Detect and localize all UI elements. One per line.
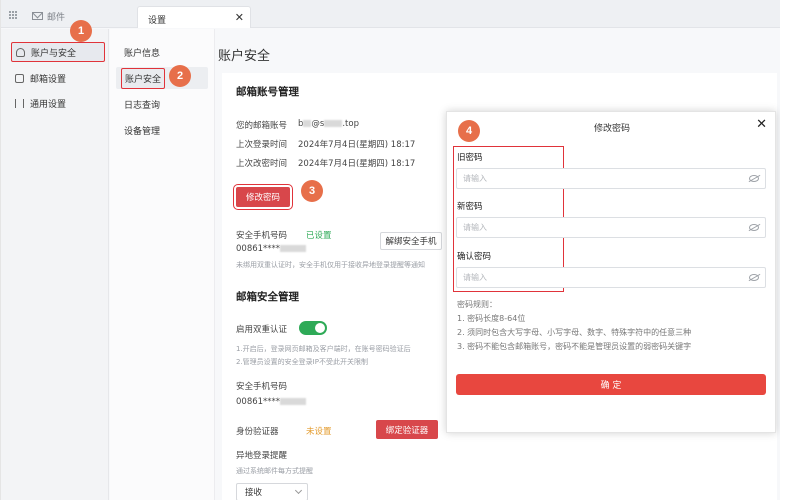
unbind-phone-button[interactable]: 解绑安全手机 [380, 232, 442, 250]
email-label: 您的邮箱账号 [236, 121, 288, 131]
security-phone-status: 已设置 [306, 231, 332, 241]
confirm-button[interactable]: 确 定 [456, 374, 766, 395]
tab-settings[interactable]: 设置 ✕ [137, 6, 251, 28]
app-window: 邮件 设置 ✕ 账户与安全 邮箱设置 通用设置 账户信息 账户安全 日志查询 设… [0, 0, 781, 500]
sidebar: 账户与安全 邮箱设置 通用设置 [1, 29, 109, 500]
chevron-down-icon [294, 486, 303, 495]
sidebar-item-mailbox-settings[interactable]: 邮箱设置 [11, 68, 105, 88]
window-edge [780, 0, 788, 500]
confirm-password-input[interactable] [457, 268, 737, 287]
eye-off-icon[interactable] [749, 274, 759, 281]
last-login-value: 2024年7月4日(星期四) 18:17 [298, 140, 416, 150]
subnav-item-log-query[interactable]: 日志查询 [124, 98, 160, 111]
app-grid-icon[interactable] [9, 11, 17, 19]
confirm-password-field[interactable] [456, 267, 766, 288]
confirm-password-label: 确认密码 [457, 252, 492, 262]
old-password-label: 旧密码 [457, 153, 483, 163]
top-bar: 邮件 设置 ✕ [1, 0, 781, 28]
tab-settings-label: 设置 [148, 16, 167, 26]
email-value: b @s .top [298, 119, 359, 129]
sub-nav: 账户信息 账户安全 日志查询 设备管理 [110, 29, 215, 500]
password-rule-1: 1. 密码长度8-64位 [457, 314, 526, 323]
two-factor-note-1: 1.开启后，登录网页邮箱及客户端时，在账号密码验证后 [236, 345, 411, 353]
step-badge-1: 1 [70, 20, 92, 42]
sidebar-item-account-security[interactable]: 账户与安全 [11, 42, 105, 62]
subnav-item-account-security[interactable]: 账户安全 [121, 68, 166, 89]
new-password-field[interactable] [456, 217, 766, 238]
authenticator-label: 身份验证器 [236, 427, 279, 437]
user-icon [16, 47, 25, 57]
last-change-label: 上次改密时间 [236, 159, 288, 169]
bind-authenticator-button[interactable]: 绑定验证器 [376, 420, 438, 439]
old-password-field[interactable] [456, 168, 766, 189]
sidebar-item-label: 通用设置 [30, 99, 67, 110]
eye-off-icon[interactable] [749, 224, 759, 231]
tab-close-icon[interactable]: ✕ [235, 11, 244, 24]
step-badge-3: 3 [301, 180, 323, 202]
remote-login-label: 异地登录提醒 [236, 451, 288, 461]
authenticator-status: 未设置 [306, 427, 332, 437]
mailbox-section-title: 邮箱账号管理 [236, 86, 299, 98]
remote-login-note: 通过系统邮件每方式提醒 [236, 467, 313, 475]
dialog-title: 修改密码 [593, 124, 630, 134]
step-badge-4: 4 [458, 120, 480, 142]
change-password-button[interactable]: 修改密码 [233, 184, 293, 210]
subnav-item-account-info[interactable]: 账户信息 [124, 46, 160, 59]
two-factor-label: 启用双重认证 [236, 325, 288, 335]
mailbox-icon [15, 73, 24, 83]
app-label[interactable]: 邮件 [47, 10, 65, 23]
new-password-label: 新密码 [457, 202, 483, 212]
security-phone-value: 00861**** [236, 244, 307, 254]
sidebar-item-label: 账户与安全 [31, 48, 77, 59]
remote-login-select[interactable]: 接收 [236, 483, 308, 500]
two-factor-toggle[interactable] [299, 321, 327, 335]
mail-icon[interactable] [32, 12, 43, 20]
security-phone-label-2: 安全手机号码 [236, 382, 288, 392]
step-badge-2: 2 [169, 65, 191, 87]
eye-off-icon[interactable] [749, 175, 759, 182]
last-login-label: 上次登录时间 [236, 140, 288, 150]
password-rules-title: 密码规则： [457, 300, 497, 309]
security-section-title: 邮箱安全管理 [236, 291, 299, 303]
two-factor-note-2: 2.管理员设置的安全登录IP不受此开关限制 [236, 358, 368, 366]
security-phone-label: 安全手机号码 [236, 231, 288, 241]
subnav-item-device-management[interactable]: 设备管理 [124, 124, 160, 137]
sliders-icon [15, 98, 24, 108]
page-title: 账户安全 [218, 49, 271, 64]
close-icon[interactable]: ✕ [756, 117, 767, 132]
new-password-input[interactable] [457, 218, 737, 237]
last-change-value: 2024年7月4日(星期四) 18:17 [298, 159, 416, 169]
old-password-input[interactable] [457, 169, 737, 188]
password-rule-2: 2. 须同时包含大写字母、小写字母、数字、特殊字符中的任意三种 [457, 328, 692, 337]
remote-login-select-value: 接收 [245, 488, 263, 498]
security-phone-value-2: 00861**** [236, 397, 307, 407]
phone-note: 未绑用双重认证时，安全手机仅用于接收异地登录提醒等通知 [236, 261, 425, 269]
sidebar-item-label: 邮箱设置 [30, 74, 67, 85]
sidebar-item-general-settings[interactable]: 通用设置 [11, 93, 105, 113]
password-rule-3: 3. 密码不能包含邮箱账号，密码不能是管理员设置的弱密码关键字 [457, 342, 692, 351]
change-password-dialog: 修改密码 ✕ 旧密码 新密码 确认密码 密码规则： 1. 密码长度8-64位 2… [446, 111, 776, 433]
